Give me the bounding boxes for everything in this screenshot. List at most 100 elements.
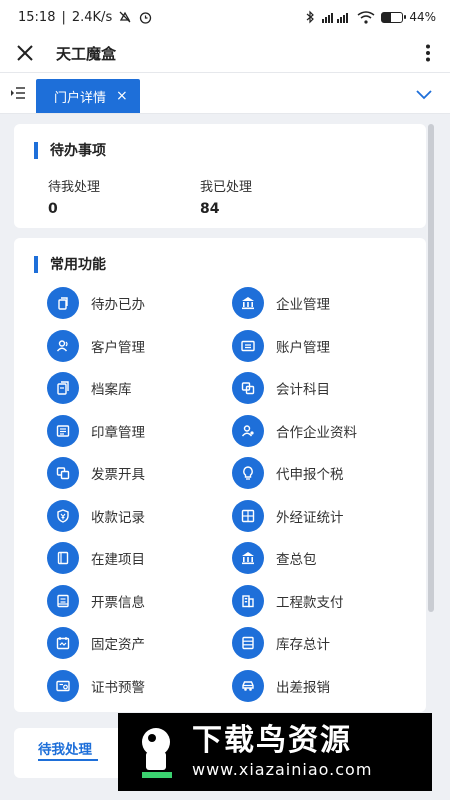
function-label: 查总包 bbox=[276, 552, 317, 569]
todo-pending-label: 待我处理 bbox=[48, 180, 101, 195]
menu-indent-icon bbox=[11, 87, 25, 99]
function-item[interactable]: 会计科目 bbox=[232, 367, 417, 410]
certificate-icon bbox=[47, 669, 79, 702]
mute-icon bbox=[119, 11, 131, 23]
todo-title: 待办事项 bbox=[50, 143, 106, 159]
function-label: 印章管理 bbox=[91, 424, 145, 441]
function-item[interactable]: 印章管理 bbox=[47, 410, 232, 453]
function-label: 收款记录 bbox=[91, 509, 145, 526]
function-label: 固定资产 bbox=[91, 637, 145, 654]
inventory-icon bbox=[232, 627, 264, 660]
account-card-icon bbox=[232, 329, 264, 362]
tab-dropdown-button[interactable] bbox=[416, 85, 432, 104]
function-label: 开票信息 bbox=[91, 594, 145, 611]
status-bar: 15:18 | 2.4K/s 44% bbox=[0, 0, 450, 34]
function-label: 合作企业资料 bbox=[276, 424, 357, 441]
archive-icon bbox=[47, 372, 79, 405]
signal-icon bbox=[322, 12, 349, 23]
calendar-asset-icon bbox=[47, 627, 79, 660]
battery-percent: 44% bbox=[409, 10, 436, 24]
doc-copy-icon bbox=[47, 287, 79, 320]
section-accent bbox=[34, 255, 38, 273]
function-label: 档案库 bbox=[91, 382, 132, 399]
tab-label: 门户详情 bbox=[54, 90, 107, 106]
wifi-icon bbox=[357, 10, 375, 24]
function-item[interactable]: 收款记录 bbox=[47, 495, 232, 538]
functions-grid: 待办已办 企业管理客户管理 账户管理档案库 会计科目印章管理 合作企业资料发票开具 代申报… bbox=[14, 278, 426, 713]
function-label: 证书预警 bbox=[91, 679, 145, 696]
todo-done[interactable]: 我已处理 84 bbox=[200, 176, 352, 217]
close-icon bbox=[17, 45, 33, 61]
tab-bar: 门户详情 × bbox=[0, 72, 450, 114]
functions-title: 常用功能 bbox=[50, 257, 106, 273]
function-item[interactable]: 客户管理 bbox=[47, 325, 232, 368]
function-label: 出差报销 bbox=[276, 679, 330, 696]
close-button[interactable] bbox=[14, 42, 36, 64]
network-speed: 2.4K/s bbox=[71, 9, 113, 25]
stamp-icon bbox=[47, 414, 79, 447]
function-item[interactable]: 证书预警 bbox=[47, 665, 232, 708]
todo-done-label: 我已处理 bbox=[200, 180, 253, 195]
watermark-logo-icon bbox=[142, 728, 172, 778]
tab-menu-button[interactable] bbox=[0, 73, 36, 113]
tab-close-icon[interactable]: × bbox=[116, 89, 128, 103]
function-item[interactable]: 合作企业资料 bbox=[232, 410, 417, 453]
partner-icon bbox=[232, 414, 264, 447]
function-item[interactable]: 待办已办 bbox=[47, 282, 232, 325]
invoice-icon bbox=[47, 457, 79, 490]
watermark-url: www.xiazainiao.com bbox=[192, 760, 373, 779]
watermark-title: 下载鸟资源 bbox=[192, 723, 352, 758]
tab-portal-detail[interactable]: 门户详情 × bbox=[36, 79, 140, 113]
function-item[interactable]: 代申报个税 bbox=[232, 452, 417, 495]
chevron-down-icon bbox=[416, 90, 432, 100]
function-label: 企业管理 bbox=[276, 297, 330, 314]
bulb-icon bbox=[232, 457, 264, 490]
bank-icon bbox=[232, 542, 264, 575]
function-item[interactable]: 库存总计 bbox=[232, 622, 417, 665]
function-label: 发票开具 bbox=[91, 467, 145, 484]
function-item[interactable]: 档案库 bbox=[47, 367, 232, 410]
watermark: 下载鸟资源 www.xiazainiao.com bbox=[118, 713, 432, 791]
building-pay-icon bbox=[232, 584, 264, 617]
car-icon bbox=[232, 669, 264, 702]
function-item[interactable]: 工程款支付 bbox=[232, 580, 417, 623]
more-vertical-icon bbox=[426, 44, 430, 62]
function-label: 外经证统计 bbox=[276, 509, 344, 526]
function-label: 在建项目 bbox=[91, 552, 145, 569]
tab-pending[interactable]: 待我处理 bbox=[38, 738, 92, 758]
function-label: 会计科目 bbox=[276, 382, 330, 399]
shield-yen-icon bbox=[47, 499, 79, 532]
function-item[interactable]: 企业管理 bbox=[232, 282, 417, 325]
todo-pending-count: 0 bbox=[48, 201, 58, 217]
notebook-icon bbox=[47, 542, 79, 575]
receipt-icon bbox=[47, 584, 79, 617]
functions-card: 常用功能 待办已办 企业管理客户管理 账户管理档案库 会计科目印章管理 合作企业资料发票… bbox=[14, 238, 426, 712]
bluetooth-icon bbox=[306, 10, 315, 24]
tab-underline bbox=[38, 759, 98, 761]
more-button[interactable] bbox=[418, 42, 438, 64]
function-label: 客户管理 bbox=[91, 339, 145, 356]
bank-icon bbox=[232, 287, 264, 320]
function-item[interactable]: 出差报销 bbox=[232, 665, 417, 708]
function-label: 待办已办 bbox=[91, 297, 145, 314]
function-item[interactable]: 固定资产 bbox=[47, 622, 232, 665]
function-item[interactable]: 开票信息 bbox=[47, 580, 232, 623]
main-content: 待办事项 待我处理 0 我已处理 84 常用功能 待办已办 企业管理客户管理 账户管… bbox=[0, 114, 450, 712]
app-header: 天工魔盒 bbox=[0, 34, 450, 72]
alarm-icon bbox=[140, 11, 152, 24]
function-item[interactable]: 外经证统计 bbox=[232, 495, 417, 538]
function-item[interactable]: 账户管理 bbox=[232, 325, 417, 368]
function-item[interactable]: 发票开具 bbox=[47, 452, 232, 495]
function-label: 代申报个税 bbox=[276, 467, 344, 484]
function-item[interactable]: 查总包 bbox=[232, 537, 417, 580]
todo-done-count: 84 bbox=[200, 201, 220, 217]
function-item[interactable]: 在建项目 bbox=[47, 537, 232, 580]
function-label: 账户管理 bbox=[276, 339, 330, 356]
section-accent bbox=[34, 141, 38, 159]
grid-stat-icon bbox=[232, 499, 264, 532]
app-title: 天工魔盒 bbox=[56, 44, 117, 63]
function-label: 工程款支付 bbox=[276, 594, 344, 611]
todo-pending[interactable]: 待我处理 0 bbox=[48, 176, 200, 217]
status-time: 15:18 bbox=[18, 9, 56, 25]
battery-icon bbox=[381, 11, 407, 23]
